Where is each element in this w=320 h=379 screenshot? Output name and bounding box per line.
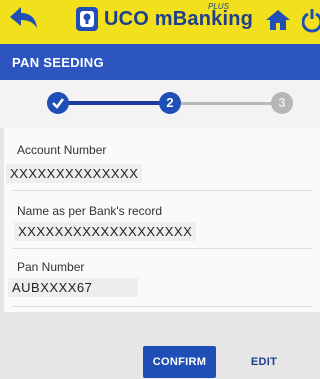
section-title: PAN SEEDING	[12, 55, 104, 70]
divider	[12, 248, 312, 249]
app-bar: UCO mBanking PLUS	[0, 0, 320, 44]
home-icon	[266, 10, 290, 30]
name-value: XXXXXXXXXXXXXXXXXXX	[14, 222, 197, 241]
uco-logo-icon	[75, 6, 99, 32]
section-header: PAN SEEDING	[0, 44, 320, 80]
power-button[interactable]	[301, 6, 320, 34]
app-title-superscript: PLUS	[208, 2, 229, 11]
account-number-value: XXXXXXXXXXXXXX	[6, 164, 143, 183]
confirm-button[interactable]: CONFIRM	[143, 346, 216, 378]
home-button[interactable]	[265, 8, 291, 32]
step-3-pending: 3	[271, 92, 293, 114]
step-2-active: 2	[159, 92, 181, 114]
pan-number-value: AUBXXXX67	[8, 278, 138, 297]
progress-stepper: 2 3	[0, 80, 320, 128]
edit-button[interactable]: EDIT	[244, 346, 284, 378]
divider	[12, 306, 312, 307]
back-button[interactable]	[6, 4, 42, 34]
checkmark-icon	[52, 98, 64, 109]
back-arrow-icon	[10, 7, 37, 28]
pan-number-label: Pan Number	[17, 260, 85, 274]
power-icon	[301, 9, 320, 33]
name-label: Name as per Bank's record	[17, 204, 163, 218]
step-connector-pending	[170, 102, 282, 105]
step-1-done	[47, 92, 69, 114]
pan-seeding-form: Account Number XXXXXXXXXXXXXX Name as pe…	[4, 128, 320, 312]
app-title: UCO mBanking	[104, 8, 254, 30]
divider	[12, 190, 312, 191]
step-connector-done	[58, 101, 170, 105]
account-number-label: Account Number	[17, 143, 107, 157]
